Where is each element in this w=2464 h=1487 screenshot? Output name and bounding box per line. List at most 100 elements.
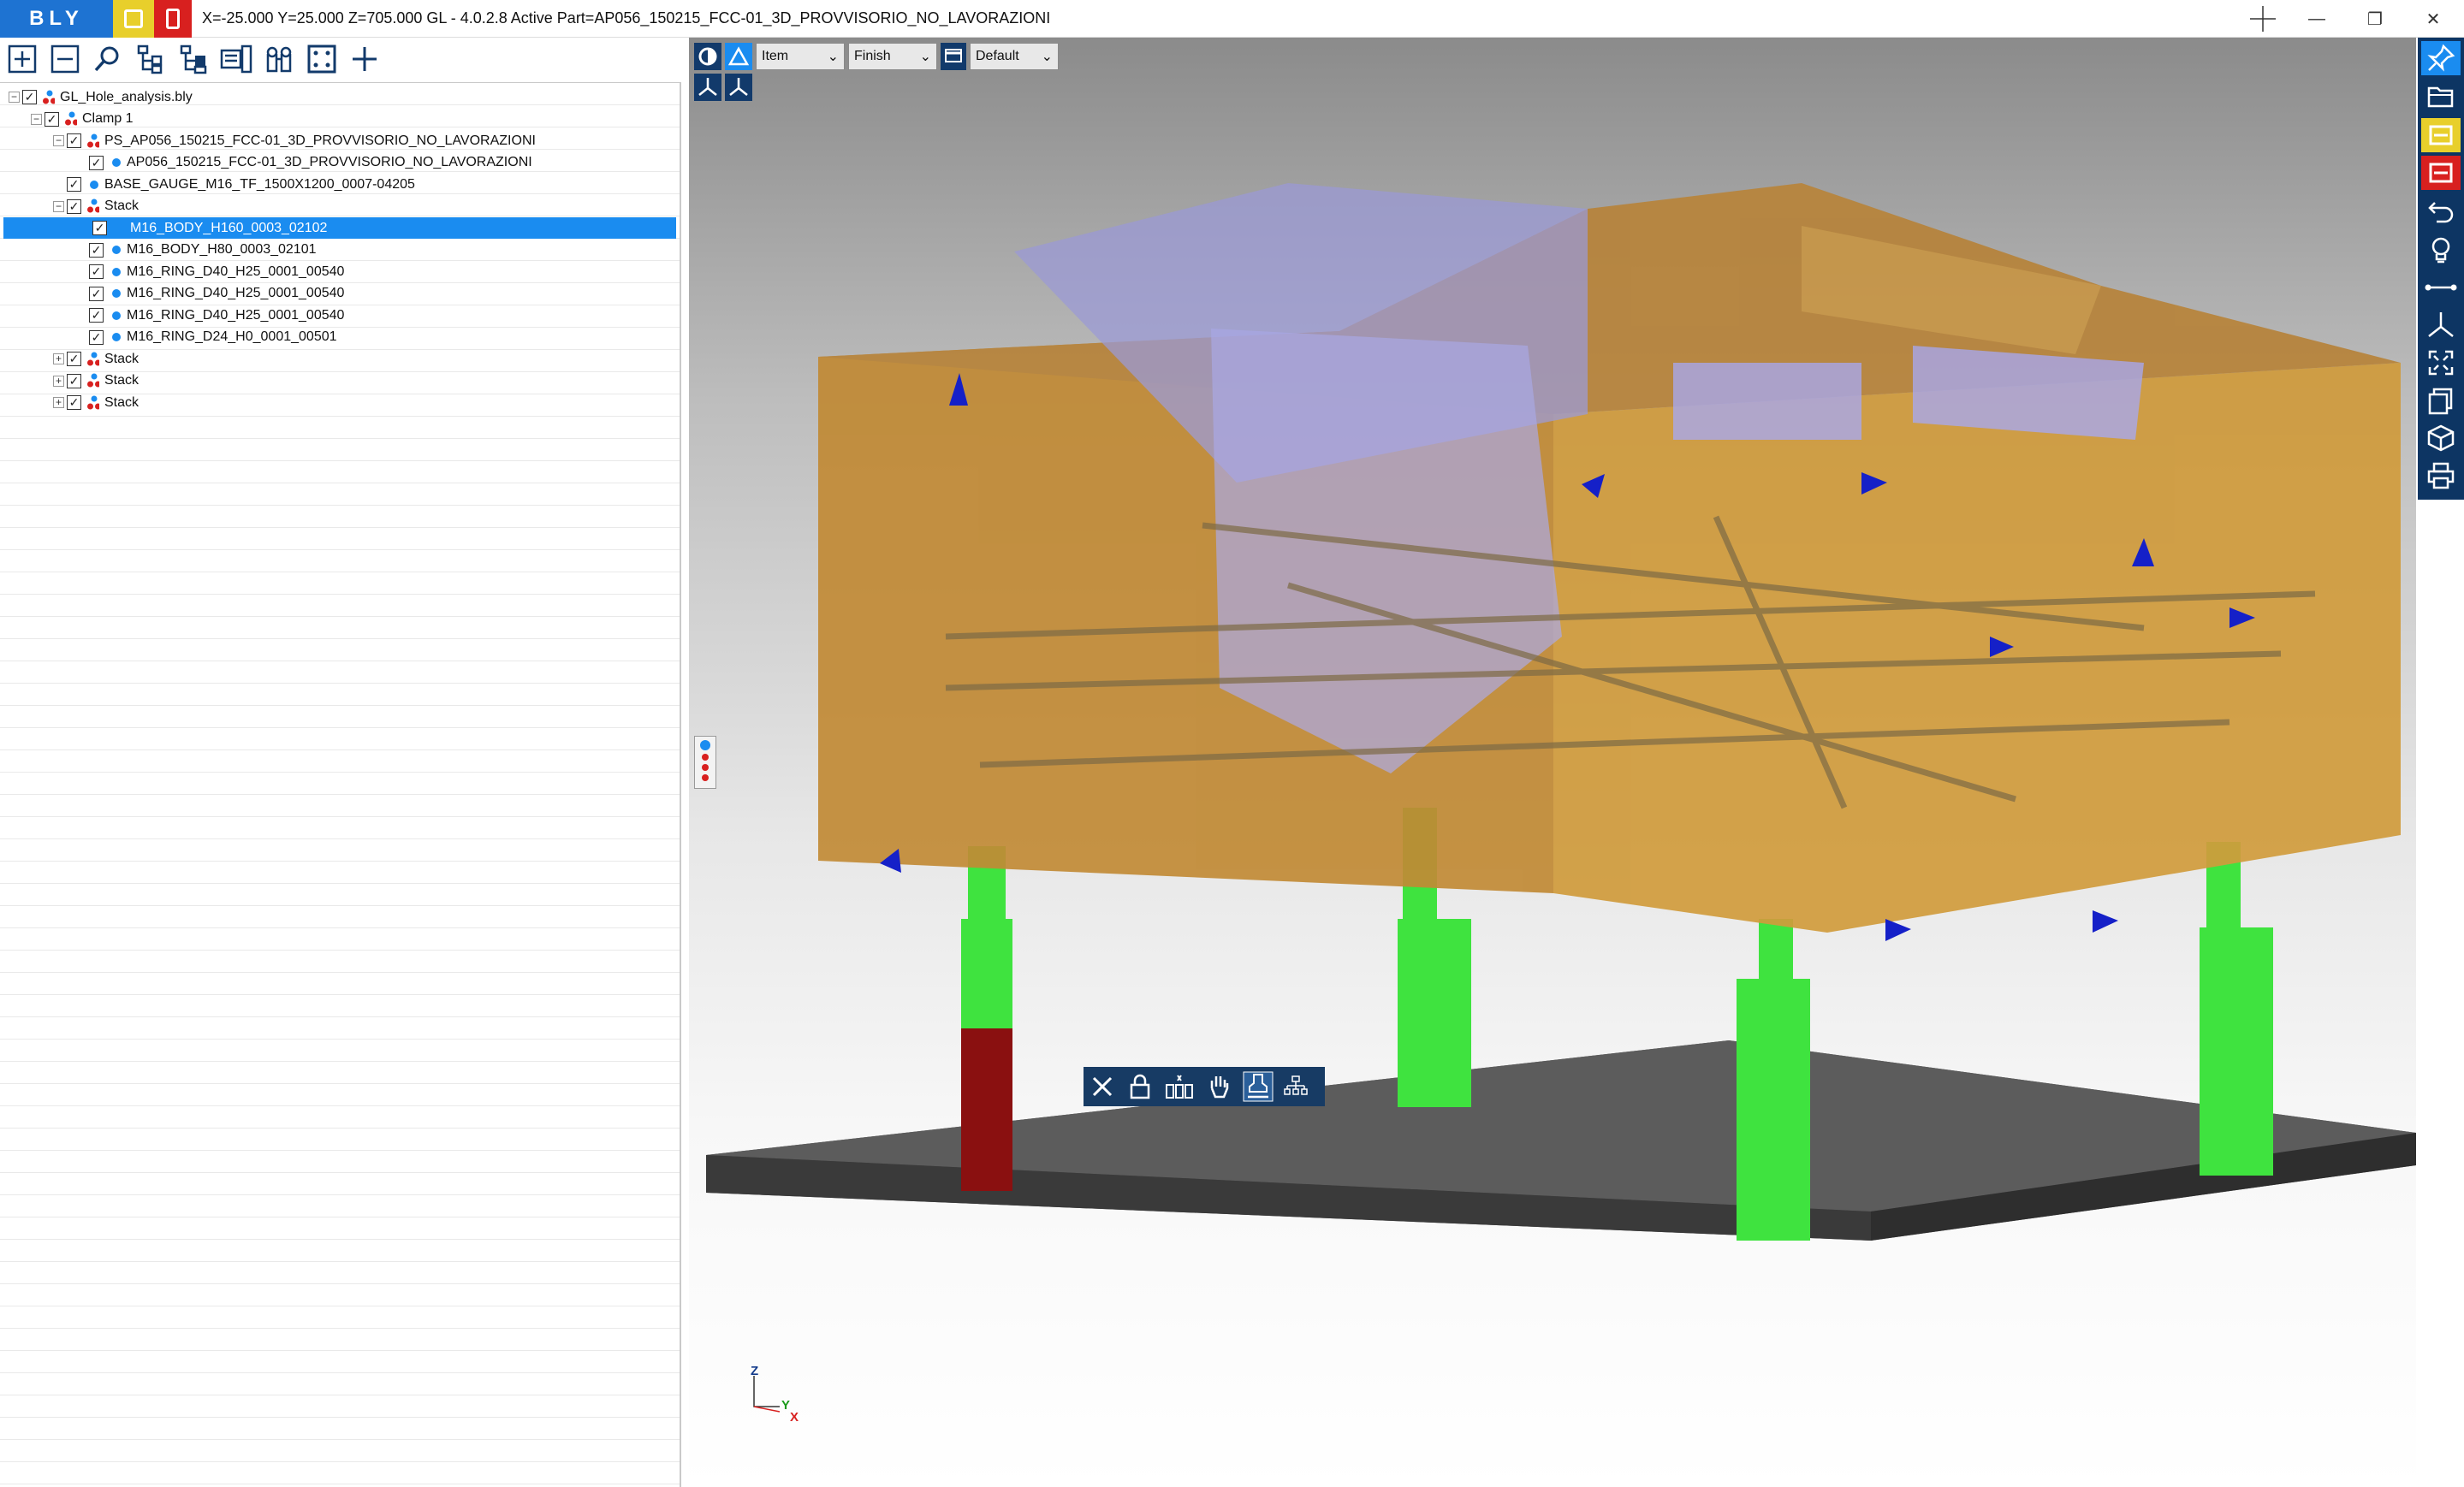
tree-row-label: M16_RING_D40_H25_0001_00540 — [127, 307, 345, 323]
cube-view-button[interactable] — [2421, 421, 2461, 455]
measure-icon — [2425, 284, 2457, 291]
expand-all-button[interactable] — [3, 40, 41, 78]
visibility-checkbox[interactable]: ✓ — [67, 352, 81, 366]
fit-view-button[interactable] — [2421, 346, 2461, 380]
add-button[interactable] — [346, 40, 383, 78]
visibility-checkbox[interactable]: ✓ — [89, 264, 104, 279]
view-box-button[interactable] — [2421, 383, 2461, 418]
tree-add-button[interactable] — [175, 40, 212, 78]
assembly-icon — [65, 111, 77, 126]
tree-row[interactable]: ✓ M16_BODY_H80_0003_02101 — [0, 240, 676, 261]
fit-view-icon — [2428, 350, 2454, 376]
tree-row[interactable]: + ✓ Stack — [0, 392, 676, 413]
part-icon — [112, 246, 121, 254]
select-frame-button[interactable] — [303, 40, 341, 78]
collapse-icon[interactable]: − — [53, 135, 64, 146]
pin-button[interactable] — [2421, 41, 2461, 75]
expand-icon[interactable]: + — [53, 397, 64, 408]
tree-hierarchy-icon — [137, 44, 163, 74]
tree-row[interactable]: ✓ M16_RING_D40_H25_0001_00540 — [0, 305, 676, 326]
expand-icon[interactable]: + — [53, 353, 64, 364]
assembly-icon — [87, 373, 99, 388]
app-logo[interactable]: BLY — [0, 0, 113, 38]
visibility-checkbox[interactable]: ✓ — [67, 133, 81, 148]
tree-hierarchy-button[interactable] — [132, 40, 169, 78]
print-icon — [2427, 462, 2455, 489]
tree-row[interactable]: + ✓ Stack — [0, 370, 676, 392]
assembly-tree[interactable]: − ✓ GL_Hole_analysis.bly − ✓ Clamp 1− ✓ PS_AP05… — [0, 82, 681, 1487]
measure-button[interactable] — [2421, 270, 2461, 305]
tree-add-icon — [180, 44, 207, 74]
support-column-right — [2200, 842, 2273, 1176]
assembly-icon — [87, 352, 99, 365]
lightbulb-icon — [2431, 237, 2450, 264]
open-folder-button[interactable] — [2421, 79, 2461, 113]
visibility-checkbox[interactable]: ✓ — [92, 221, 107, 235]
yellow-panel-button[interactable] — [113, 0, 154, 38]
3d-viewport[interactable]: Item ⌄ Finish ⌄ Default ⌄ Z Y X — [689, 38, 2416, 1487]
search-button[interactable] — [89, 40, 127, 78]
visibility-checkbox[interactable]: ✓ — [89, 242, 104, 258]
undo-icon — [2428, 202, 2454, 223]
collapse-all-button[interactable] — [46, 40, 84, 78]
axis-x-label: X — [790, 1410, 799, 1425]
visibility-checkbox[interactable]: ✓ — [67, 373, 81, 388]
properties-icon — [220, 44, 252, 74]
tree-row[interactable]: ✓ AP056_150215_FCC-01_3D_PROVVISORIO_NO_L… — [0, 152, 676, 174]
tree-row-label: Stack — [104, 373, 140, 388]
tree-row[interactable]: − ✓ Stack — [0, 196, 676, 217]
visibility-checkbox[interactable]: ✓ — [89, 286, 104, 301]
tree-row[interactable]: ✓ M16_RING_D40_H25_0001_00540 — [0, 283, 676, 305]
collapse-icon[interactable]: − — [31, 113, 42, 125]
binoculars-button[interactable] — [260, 40, 298, 78]
visibility-checkbox[interactable]: ✓ — [67, 395, 81, 410]
visibility-checkbox[interactable]: ✓ — [45, 111, 59, 127]
panel-icon — [2429, 125, 2453, 145]
hierarchy-icon[interactable] — [1284, 1075, 1308, 1099]
visibility-checkbox[interactable]: ✓ — [67, 198, 81, 214]
visibility-checkbox[interactable]: ✓ — [67, 177, 81, 192]
tree-row[interactable]: ✓ BASE_GAUGE_M16_TF_1500X1200_0007-04205 — [0, 174, 676, 195]
visibility-checkbox[interactable]: ✓ — [89, 329, 104, 345]
part-icon — [112, 158, 121, 167]
properties-button[interactable] — [217, 40, 255, 78]
add-icon — [353, 47, 377, 71]
expand-icon[interactable]: + — [53, 375, 64, 387]
axes-button[interactable] — [2421, 308, 2461, 342]
tree-row[interactable]: − ✓ PS_AP056_150215_FCC-01_3D_PROVVISORIO_… — [0, 130, 676, 151]
stamp-icon[interactable] — [1243, 1071, 1274, 1102]
lock-icon[interactable] — [1126, 1073, 1154, 1100]
yellow-panel-button-right[interactable] — [2421, 118, 2461, 152]
restore-button[interactable]: ❐ — [2348, 0, 2402, 38]
collapse-icon[interactable]: − — [9, 92, 20, 103]
tree-row[interactable]: ✓ M16_RING_D24_H0_0001_00501 — [0, 327, 676, 348]
lightbulb-button[interactable] — [2421, 233, 2461, 267]
pin-icon — [2427, 44, 2455, 72]
main-part-body — [818, 183, 2401, 933]
panel-icon — [124, 9, 143, 28]
expand-all-icon — [8, 44, 37, 74]
collapse-icon[interactable]: − — [53, 200, 64, 212]
axis-y-label: Y — [781, 1398, 791, 1413]
tree-row[interactable]: − ✓ GL_Hole_analysis.bly — [0, 86, 676, 108]
visibility-checkbox[interactable]: ✓ — [22, 90, 37, 104]
tree-row[interactable]: ✓ M16_RING_D40_H25_0001_00540 — [0, 261, 676, 282]
red-panel-button-right[interactable] — [2421, 156, 2461, 190]
right-toolbar — [2418, 38, 2464, 500]
undo-button[interactable] — [2421, 195, 2461, 229]
tree-row[interactable]: − ✓ Clamp 1 — [0, 109, 676, 130]
tree-row[interactable]: + ✓ Stack — [0, 348, 676, 370]
hand-icon[interactable] — [1205, 1073, 1232, 1100]
distribute-icon[interactable] — [1164, 1073, 1195, 1100]
close-icon[interactable] — [1089, 1073, 1116, 1100]
part-icon — [112, 289, 121, 298]
visibility-checkbox[interactable]: ✓ — [89, 308, 104, 323]
tree-row[interactable]: ✓ M16_BODY_H160_0003_02102 — [3, 217, 676, 239]
selection-indicator[interactable] — [694, 736, 716, 789]
close-button[interactable]: ✕ — [2406, 0, 2461, 38]
print-button[interactable] — [2421, 459, 2461, 493]
minimize-button[interactable]: — — [2289, 0, 2344, 38]
axes-icon — [2428, 312, 2454, 337]
red-panel-button[interactable] — [154, 0, 192, 38]
visibility-checkbox[interactable]: ✓ — [89, 155, 104, 170]
